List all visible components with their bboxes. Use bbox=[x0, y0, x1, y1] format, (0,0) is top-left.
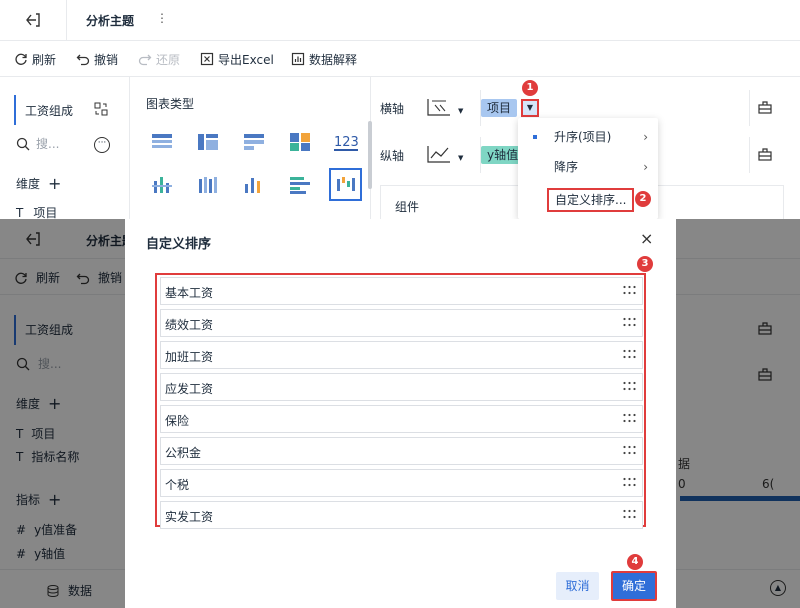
component-label: 组件 bbox=[395, 200, 420, 214]
grouped-bar-icon[interactable] bbox=[145, 168, 178, 201]
step-badge-2: 2 bbox=[635, 191, 651, 207]
data-explain-button[interactable]: 数据解释 bbox=[291, 50, 357, 68]
search-placeholder: 搜... bbox=[36, 137, 60, 151]
kpi-number-icon[interactable]: 123 bbox=[329, 125, 362, 158]
sort-list: 基本工资绩效工资加班工资应发工资保险公积金个税实发工资 bbox=[155, 273, 646, 529]
sort-item-label: 加班工资 bbox=[165, 350, 214, 364]
svg-text:123: 123 bbox=[334, 135, 359, 150]
step-badge-4: 4 bbox=[627, 554, 643, 570]
drag-handle-icon[interactable] bbox=[623, 476, 636, 488]
undo-icon bbox=[76, 54, 90, 66]
excel-icon bbox=[200, 52, 214, 66]
sort-item-label: 应发工资 bbox=[165, 382, 214, 396]
briefcase-icon[interactable] bbox=[758, 147, 772, 161]
cancel-button[interactable]: 取消 bbox=[556, 572, 599, 600]
stacked-bar-icon[interactable] bbox=[191, 168, 224, 201]
drag-handle-icon[interactable] bbox=[623, 444, 636, 456]
sort-item[interactable]: 绩效工资 bbox=[160, 309, 643, 337]
drag-handle-icon[interactable] bbox=[623, 412, 636, 424]
sort-item-label: 基本工资 bbox=[165, 286, 214, 300]
dialog-header: 自定义排序 × bbox=[125, 219, 676, 261]
step-badge-1: 1 bbox=[522, 80, 538, 96]
step-badge-3: 3 bbox=[637, 256, 653, 272]
custom-sort-dialog: 自定义排序 × 基本工资绩效工资加班工资应发工资保险公积金个税实发工资 取消 确… bbox=[125, 219, 676, 608]
more-options-icon[interactable]: ··· bbox=[94, 137, 110, 153]
sort-item-label: 保险 bbox=[165, 414, 190, 428]
search-icon bbox=[16, 137, 30, 150]
menu-item-descending[interactable]: 降序 › bbox=[518, 153, 658, 181]
redo-icon bbox=[138, 54, 152, 66]
x-axis-label: 横轴 bbox=[380, 101, 405, 116]
x-axis-type-icon[interactable]: ▼ bbox=[426, 97, 470, 120]
detail-table-icon[interactable] bbox=[237, 125, 270, 158]
y-axis-type-icon[interactable]: ▼ bbox=[426, 144, 470, 167]
dialog-title: 自定义排序 bbox=[146, 237, 212, 252]
briefcase-icon[interactable] bbox=[758, 100, 772, 114]
y-axis-label: 纵轴 bbox=[380, 148, 405, 163]
sort-item[interactable]: 基本工资 bbox=[160, 277, 643, 305]
drag-handle-icon[interactable] bbox=[623, 380, 636, 392]
undo-label: 撤销 bbox=[94, 52, 119, 67]
sort-item[interactable]: 公积金 bbox=[160, 437, 643, 465]
sort-item-label: 个税 bbox=[165, 478, 190, 492]
chart-type-label: 图表类型 bbox=[146, 97, 195, 111]
drag-handle-icon[interactable] bbox=[623, 348, 636, 360]
sort-dropdown-button[interactable]: ▼ bbox=[521, 99, 539, 117]
redo-label: 还原 bbox=[156, 52, 181, 67]
bar-chart-icon[interactable] bbox=[237, 168, 270, 201]
waterfall-chart-icon[interactable] bbox=[329, 168, 362, 201]
top-bar: 分析主题 ⋮ bbox=[0, 0, 800, 41]
search-field[interactable]: 搜... bbox=[16, 135, 76, 152]
refresh-label: 刷新 bbox=[32, 52, 57, 67]
close-icon[interactable]: × bbox=[640, 231, 653, 247]
divider bbox=[66, 0, 67, 41]
redo-button[interactable]: 还原 bbox=[138, 50, 180, 68]
x-axis-pill[interactable]: 项目 bbox=[481, 99, 518, 117]
chevron-right-icon: › bbox=[643, 130, 648, 144]
selected-dot-icon bbox=[533, 135, 537, 139]
sort-item[interactable]: 实发工资 bbox=[160, 501, 643, 529]
page-title: 分析主题 bbox=[86, 14, 135, 28]
horizontal-bar-icon[interactable] bbox=[283, 168, 316, 201]
menu-item-label: 升序(项目) bbox=[554, 130, 612, 144]
sort-item[interactable]: 加班工资 bbox=[160, 341, 643, 369]
chevron-right-icon: › bbox=[643, 160, 648, 174]
tab-label: 工资组成 bbox=[25, 103, 74, 118]
confirm-button[interactable]: 确定 bbox=[611, 571, 657, 601]
table-chart-icon[interactable] bbox=[145, 125, 178, 158]
sort-item-label: 公积金 bbox=[165, 446, 202, 460]
sort-item-label: 实发工资 bbox=[165, 510, 214, 524]
sort-item[interactable]: 个税 bbox=[160, 469, 643, 497]
export-excel-button[interactable]: 导出Excel bbox=[200, 50, 274, 68]
explain-label: 数据解释 bbox=[309, 52, 358, 67]
chart-type-panel: 图表类型 123 bbox=[131, 77, 372, 238]
switch-icon[interactable] bbox=[94, 102, 108, 116]
add-dimension-icon[interactable]: + bbox=[48, 175, 61, 191]
text-type-icon: T bbox=[16, 205, 24, 220]
drag-handle-icon[interactable] bbox=[623, 508, 636, 520]
color-block-icon[interactable] bbox=[283, 125, 316, 158]
cross-table-icon[interactable] bbox=[191, 125, 224, 158]
exit-icon[interactable] bbox=[24, 11, 42, 29]
sort-item[interactable]: 保险 bbox=[160, 405, 643, 433]
tab-salary-composition[interactable]: 工资组成 bbox=[14, 95, 116, 125]
menu-item-ascending[interactable]: 升序(项目) › bbox=[518, 123, 658, 151]
undo-button[interactable]: 撤销 bbox=[76, 50, 118, 68]
toolbar: 刷新 撤销 还原 导出Excel 数据解释 bbox=[0, 41, 800, 77]
drag-handle-icon[interactable] bbox=[623, 284, 636, 296]
sort-item-label: 绩效工资 bbox=[165, 318, 214, 332]
sort-item[interactable]: 应发工资 bbox=[160, 373, 643, 401]
refresh-icon bbox=[15, 53, 27, 65]
dimension-label: 维度 bbox=[16, 177, 41, 191]
refresh-button[interactable]: 刷新 bbox=[14, 50, 56, 68]
left-panel: 工资组成 搜... ··· 维度 + T 项目 bbox=[0, 77, 130, 220]
explain-icon bbox=[291, 52, 305, 66]
export-label: 导出Excel bbox=[218, 52, 274, 67]
menu-item-label: 降序 bbox=[554, 160, 579, 174]
drag-handle-icon[interactable] bbox=[623, 316, 636, 328]
more-icon[interactable]: ⋮ bbox=[156, 11, 168, 25]
menu-item-label: 自定义排序... bbox=[547, 188, 635, 212]
dimension-header: 维度 + bbox=[16, 175, 61, 192]
